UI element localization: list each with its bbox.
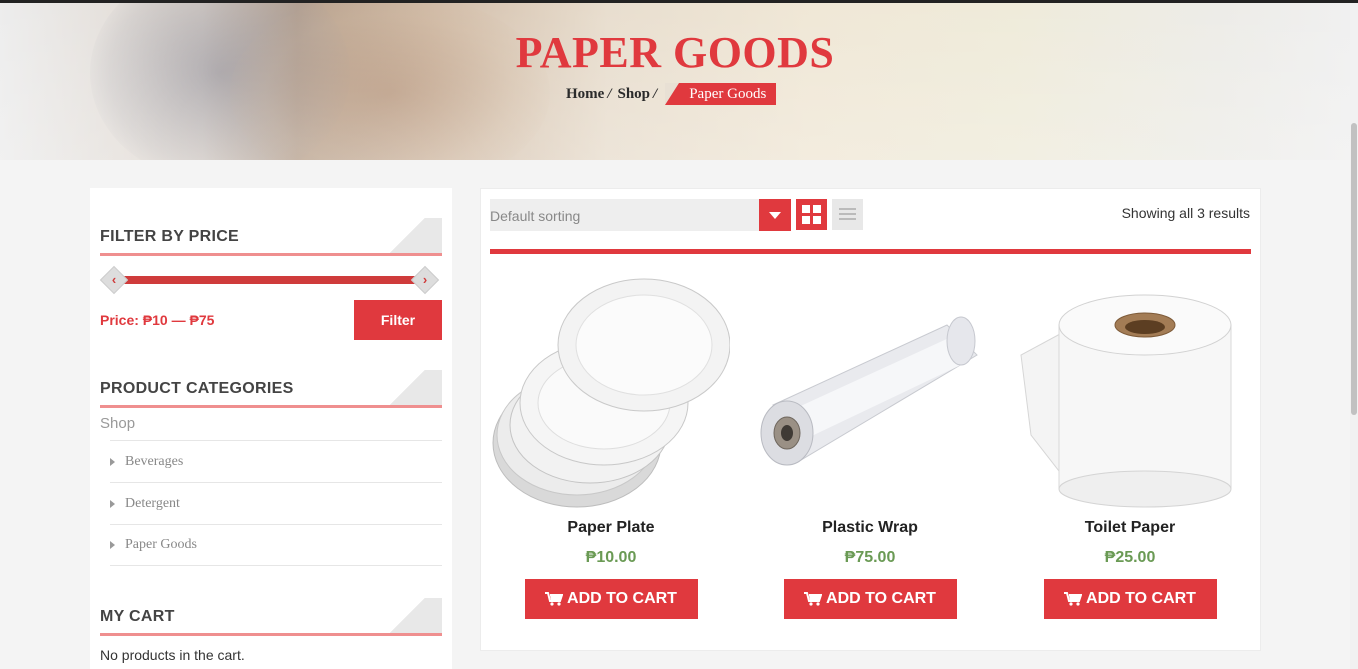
caret-right-icon bbox=[110, 499, 115, 508]
product-card: Toilet Paper ₱25.00 ADD TO CART bbox=[1011, 275, 1249, 619]
cart-empty-message: No products in the cart. bbox=[100, 647, 245, 663]
add-to-cart-button[interactable]: ADD TO CART bbox=[783, 579, 957, 619]
cart-widget-title: MY CART bbox=[100, 598, 442, 636]
sidebar: FILTER BY PRICE ‹ › Price: ₱10 — ₱75 Fil… bbox=[90, 188, 452, 669]
category-shop-link[interactable]: Shop bbox=[100, 415, 135, 432]
add-to-cart-button[interactable]: ADD TO CART bbox=[1043, 579, 1217, 619]
result-count: Showing all 3 results bbox=[1121, 205, 1250, 221]
list-view-icon[interactable] bbox=[832, 199, 863, 230]
price-max-handle[interactable]: › bbox=[410, 265, 440, 295]
product-price: ₱75.00 bbox=[844, 549, 896, 566]
page-scrollbar[interactable] bbox=[1350, 3, 1358, 669]
breadcrumb: Home / Shop / Paper Goods bbox=[566, 83, 777, 105]
category-item-paper-goods[interactable]: Paper Goods bbox=[110, 524, 442, 566]
toilet-paper-image[interactable] bbox=[1011, 275, 1249, 511]
scrollbar-thumb[interactable] bbox=[1351, 123, 1357, 415]
chevron-right-icon: › bbox=[422, 272, 428, 287]
toolbar-divider bbox=[490, 249, 1251, 254]
product-name[interactable]: Toilet Paper bbox=[1011, 519, 1249, 537]
breadcrumb-shop[interactable]: Shop bbox=[618, 86, 651, 103]
product-price: ₱25.00 bbox=[1104, 549, 1156, 566]
shopping-cart-icon bbox=[545, 592, 564, 606]
chevron-left-icon: ‹ bbox=[111, 272, 117, 287]
product-name[interactable]: Paper Plate bbox=[492, 519, 730, 537]
breadcrumb-separator: / bbox=[607, 85, 612, 102]
product-listing: Default sorting Showing all 3 results Pa… bbox=[480, 188, 1261, 651]
filter-button[interactable]: Filter bbox=[354, 300, 442, 340]
chevron-down-icon[interactable] bbox=[759, 199, 791, 231]
product-card: Paper Plate ₱10.00 ADD TO CART bbox=[492, 275, 731, 619]
caret-right-icon bbox=[110, 457, 115, 466]
plastic-wrap-image[interactable] bbox=[751, 275, 989, 511]
categories-widget-title: PRODUCT CATEGORIES bbox=[100, 370, 442, 408]
product-card: Plastic Wrap ₱75.00 ADD TO CART bbox=[751, 275, 989, 619]
shopping-cart-icon bbox=[1064, 592, 1083, 606]
category-item-beverages[interactable]: Beverages bbox=[110, 440, 442, 482]
page-title: PAPER GOODS bbox=[515, 28, 835, 77]
caret-right-icon bbox=[110, 541, 115, 549]
category-list: Beverages Detergent Paper Goods bbox=[110, 440, 442, 566]
price-range-slider[interactable]: ‹ › bbox=[99, 265, 440, 295]
breadcrumb-home[interactable]: Home bbox=[566, 86, 604, 103]
price-range-label: Price: ₱10 — ₱75 bbox=[100, 312, 215, 328]
price-range-track bbox=[116, 276, 424, 284]
breadcrumb-current: Paper Goods bbox=[665, 83, 777, 105]
page-hero-banner: PAPER GOODS Home / Shop / Paper Goods bbox=[0, 3, 1350, 160]
price-min-handle[interactable]: ‹ bbox=[99, 265, 129, 295]
category-item-detergent[interactable]: Detergent bbox=[110, 482, 442, 524]
add-to-cart-button[interactable]: ADD TO CART bbox=[524, 579, 698, 619]
filter-widget-title: FILTER BY PRICE bbox=[100, 218, 442, 256]
product-name[interactable]: Plastic Wrap bbox=[751, 519, 989, 537]
sort-select[interactable]: Default sorting bbox=[490, 199, 791, 231]
grid-view-icon[interactable] bbox=[796, 199, 827, 230]
shopping-cart-icon bbox=[804, 592, 823, 606]
product-price: ₱10.00 bbox=[585, 549, 637, 566]
paper-plate-image[interactable] bbox=[492, 275, 731, 511]
breadcrumb-separator: / bbox=[653, 85, 658, 102]
